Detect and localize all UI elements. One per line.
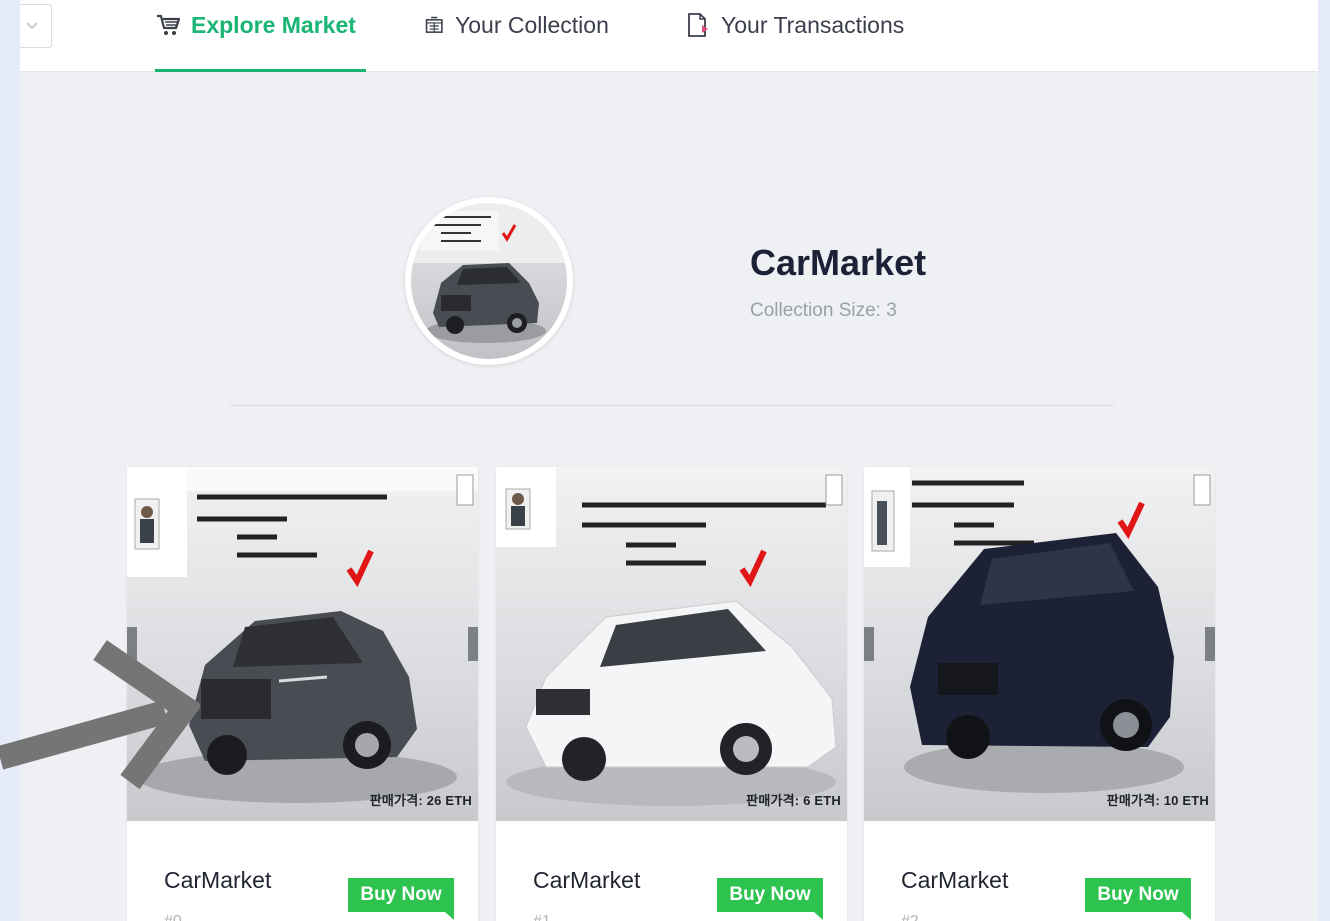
card-collection-name: CarMarket [533,867,641,893]
car-thumbnail-image [411,203,567,343]
collection-avatar [405,197,573,365]
token-id: #0 [164,913,182,921]
tab-explore-market[interactable]: Explore Market [155,0,366,72]
buy-now-button[interactable]: Buy Now [717,878,823,920]
car-image: 판매가격: 10 ETH [864,467,1215,821]
card-collection-name: CarMarket [901,867,1009,893]
car-photo [496,467,843,806]
chevron-down-icon [26,22,38,29]
token-id: #2 [901,913,919,921]
document-icon [688,13,708,37]
tab-label: Your Transactions [721,12,905,38]
annotation-arrow-icon [0,640,200,790]
divider [230,405,1114,406]
tab-label: Your Collection [455,12,609,38]
card-collection-name: CarMarket [164,867,272,893]
gallery-icon [425,16,443,33]
tab-label: Explore Market [191,12,356,38]
dropdown-toggle[interactable] [20,4,52,48]
price-label: 판매가격: 6 ETH [746,793,841,808]
car-image: 판매가격: 6 ETH [496,467,847,821]
car-photo [864,467,1211,793]
buy-now-button[interactable]: Buy Now [348,878,454,920]
carousel-prev-button[interactable] [864,627,874,661]
app-window: Explore Market Your Collection Your Tran… [20,0,1318,921]
nft-card[interactable]: 판매가격: 6 ETH CarMarket Buy Now #1 [496,467,847,921]
nft-card[interactable]: 판매가격: 10 ETH CarMarket Buy Now #2 [864,467,1215,921]
collection-size: Collection Size: 3 [750,300,897,321]
tab-your-collection[interactable]: Your Collection [425,0,609,72]
token-id: #1 [533,913,551,921]
buy-now-button[interactable]: Buy Now [1085,878,1191,920]
price-label: 판매가격: 26 ETH [369,793,472,808]
tab-your-transactions[interactable]: Your Transactions [685,0,904,72]
carousel-next-button[interactable] [468,627,478,661]
price-label: 판매가격: 10 ETH [1106,793,1209,808]
collection-title: CarMarket [750,242,927,283]
cart-icon [157,14,181,35]
carousel-next-button[interactable] [1205,627,1215,661]
top-navigation: Explore Market Your Collection Your Tran… [20,0,1318,72]
